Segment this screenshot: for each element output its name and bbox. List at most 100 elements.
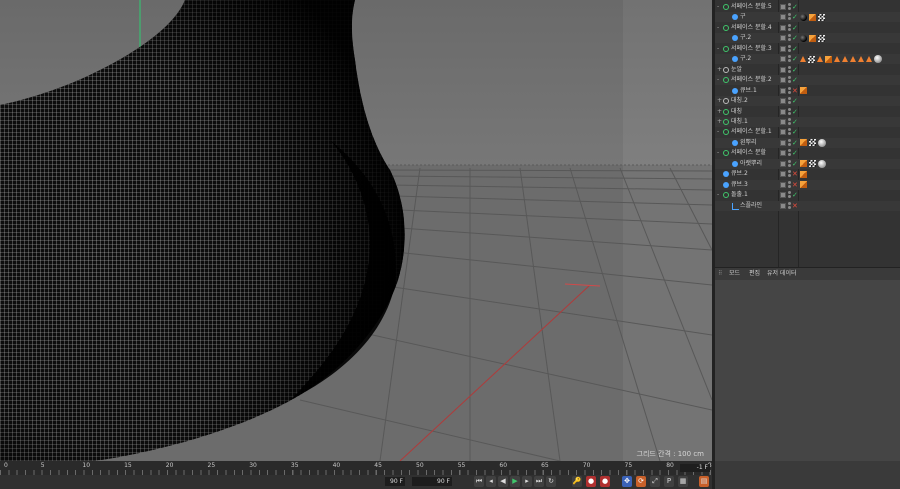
object-row[interactable]: - 돌출.1 ✓ — [715, 190, 900, 200]
record-icon[interactable]: ● — [586, 476, 596, 487]
go-to-start-icon[interactable]: ⏮ — [474, 476, 484, 487]
enabled-check-icon[interactable]: ✓ — [792, 159, 798, 169]
visibility-dots[interactable] — [788, 76, 791, 84]
next-frame-icon[interactable]: ▸ — [522, 476, 532, 487]
expand-toggle-icon[interactable]: - — [717, 75, 722, 85]
layer-checkbox[interactable] — [780, 202, 786, 209]
object-name[interactable]: 큐브.3 — [731, 180, 748, 190]
keyframe-icon[interactable]: 🔑 — [572, 476, 582, 487]
layer-checkbox[interactable] — [780, 181, 786, 188]
move-icon[interactable]: ✥ — [622, 476, 632, 487]
layer-checkbox[interactable] — [780, 87, 786, 94]
phong-tag-icon[interactable] — [800, 170, 807, 178]
object-row[interactable]: 스플라인 ✕ — [715, 200, 900, 211]
disabled-cross-icon[interactable]: ✕ — [792, 201, 798, 211]
visibility-dots[interactable] — [788, 138, 791, 147]
visibility-dots[interactable] — [788, 97, 791, 105]
object-row[interactable]: + 대칭 ✓ — [715, 107, 900, 117]
tri-tag-icon[interactable] — [842, 56, 848, 63]
layer-checkbox[interactable] — [780, 171, 786, 178]
phong-tag-icon[interactable] — [809, 13, 816, 21]
enabled-check-icon[interactable]: ✓ — [792, 96, 798, 106]
tri-tag-icon[interactable] — [866, 56, 872, 63]
object-name[interactable]: 왼뿌리 — [740, 138, 757, 148]
visibility-dots[interactable] — [788, 3, 791, 11]
visibility-dots[interactable] — [788, 44, 791, 53]
visibility-dots[interactable] — [788, 23, 791, 32]
object-row[interactable]: 구.2 ✓ — [715, 33, 900, 44]
object-name[interactable]: 큐브.2 — [731, 169, 748, 179]
object-name[interactable]: 대칭.1 — [731, 117, 748, 127]
phong-tag-icon[interactable] — [800, 181, 807, 189]
phong-tag-icon[interactable] — [800, 87, 807, 95]
disabled-cross-icon[interactable]: ✕ — [792, 180, 798, 190]
loop-icon[interactable]: ↻ — [546, 476, 556, 487]
object-name[interactable]: 큐브.1 — [740, 86, 757, 96]
visibility-dots[interactable] — [788, 159, 791, 168]
enabled-check-icon[interactable]: ✓ — [792, 44, 798, 54]
enabled-check-icon[interactable]: ✓ — [792, 54, 798, 64]
tab-user-data[interactable]: 유저 데이터 — [767, 268, 797, 280]
layer-checkbox[interactable] — [780, 35, 786, 42]
object-row[interactable]: 큐브.1 ✕ — [715, 86, 900, 96]
object-row[interactable]: - 서페이스 분할.5 ✓ — [715, 2, 900, 12]
object-name[interactable]: 구 — [740, 12, 746, 22]
object-name[interactable]: 서페이스 분할.1 — [731, 127, 772, 137]
object-name[interactable]: 스플라인 — [740, 201, 762, 211]
object-row[interactable]: - 서페이스 분할.1 ✓ — [715, 127, 900, 137]
phong-tag-icon[interactable] — [809, 34, 816, 42]
expand-toggle-icon[interactable]: - — [717, 23, 722, 33]
visibility-dots[interactable] — [788, 65, 791, 74]
enabled-check-icon[interactable]: ✓ — [792, 107, 798, 117]
start-frame-field[interactable]: 90 F — [385, 477, 405, 486]
timeline-ruler[interactable]: 051015202530354045505560657075808590 — [0, 461, 712, 475]
object-row[interactable]: 구.2 ✓ — [715, 54, 900, 65]
tab-edit[interactable]: 편집 — [749, 268, 760, 280]
play-icon[interactable]: ▶ — [510, 476, 520, 487]
object-name[interactable]: 서페이스 분할.5 — [731, 2, 772, 12]
object-row[interactable]: 아랫뿌리 ✓ — [715, 158, 900, 169]
object-name[interactable]: 구.2 — [740, 33, 751, 43]
object-row[interactable]: + 눈알 ✓ — [715, 65, 900, 75]
enabled-check-icon[interactable]: ✓ — [792, 33, 798, 43]
visibility-dots[interactable] — [788, 170, 791, 178]
visibility-dots[interactable] — [788, 107, 791, 116]
visibility-dots[interactable] — [788, 34, 791, 42]
rotate-icon[interactable]: ⟳ — [636, 476, 646, 487]
enabled-check-icon[interactable]: ✓ — [792, 190, 798, 200]
object-name[interactable]: 대칭 — [731, 107, 742, 117]
tri-tag-icon[interactable] — [800, 56, 806, 63]
sphere-tag-icon[interactable] — [800, 34, 807, 42]
layer-checkbox[interactable] — [780, 45, 786, 52]
expand-toggle-icon[interactable]: - — [717, 127, 722, 137]
end-frame-field[interactable]: 90 F — [412, 477, 452, 486]
object-row[interactable]: 큐브.3 ✕ — [715, 179, 900, 190]
next-key-icon[interactable]: ⏭ — [534, 476, 544, 487]
checker-tag-icon[interactable] — [808, 55, 815, 63]
layer-checkbox[interactable] — [780, 77, 786, 84]
previous-key-icon[interactable]: ◂ — [486, 476, 496, 487]
object-row[interactable]: - 서페이스 분할 ✓ — [715, 148, 900, 158]
layer-checkbox[interactable] — [780, 129, 786, 136]
enabled-check-icon[interactable]: ✓ — [792, 127, 798, 137]
layer-checkbox[interactable] — [780, 98, 786, 105]
object-name[interactable]: 돌출.1 — [731, 190, 748, 200]
parameter-icon[interactable]: P — [664, 476, 674, 487]
object-manager[interactable]: - 서페이스 분할.5 ✓ 구 ✓ - 서페이스 분할.4 ✓ 구.2 ✓ - 서페이스 분할.3 ✓ 구… — [715, 0, 900, 267]
object-row[interactable]: - 서페이스 분할.2 ✓ — [715, 75, 900, 86]
enabled-check-icon[interactable]: ✓ — [792, 148, 798, 158]
visibility-dots[interactable] — [788, 13, 791, 21]
enabled-check-icon[interactable]: ✓ — [792, 23, 798, 33]
current-frame-field[interactable]: -1 F — [680, 464, 710, 472]
checker-tag-icon[interactable] — [809, 160, 816, 168]
enabled-check-icon[interactable]: ✓ — [792, 138, 798, 148]
enabled-check-icon[interactable]: ✓ — [792, 75, 798, 85]
object-name[interactable]: 눈알 — [731, 65, 742, 75]
disabled-cross-icon[interactable]: ✕ — [792, 169, 798, 179]
mat-tag-icon[interactable] — [818, 138, 826, 147]
object-row[interactable]: 큐브.2 ✕ — [715, 169, 900, 179]
object-name[interactable]: 서페이스 분할.4 — [731, 23, 772, 33]
enabled-check-icon[interactable]: ✓ — [792, 117, 798, 127]
expand-toggle-icon[interactable]: - — [717, 190, 722, 200]
tri-tag-icon[interactable] — [817, 56, 823, 63]
